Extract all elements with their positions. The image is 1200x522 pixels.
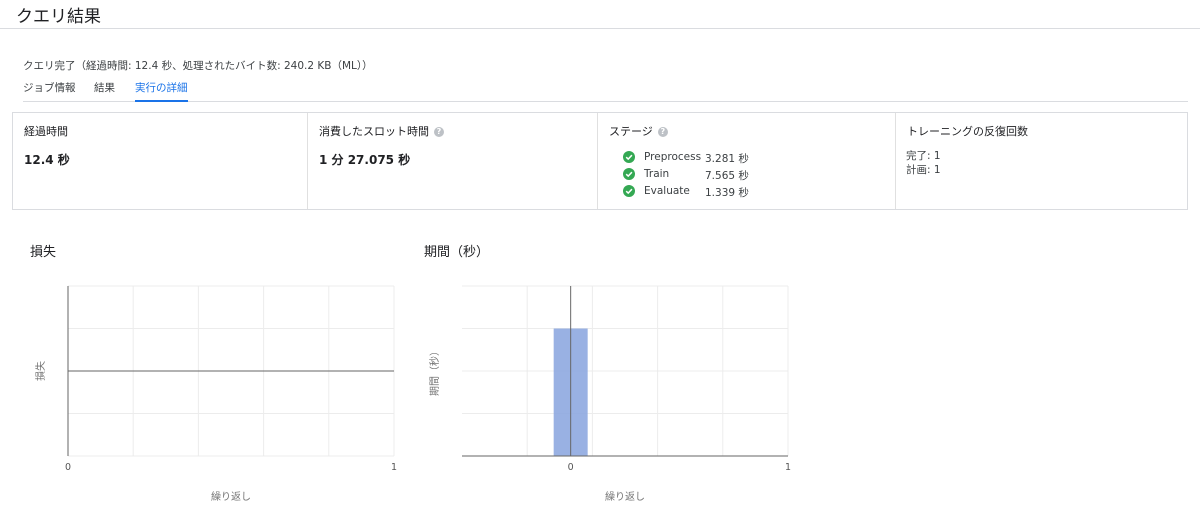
stat-stages-title: ステージ? (609, 123, 668, 139)
tab-bar: ジョブ情報 結果 実行の詳細 (23, 80, 1188, 102)
x-axis-label: 繰り返し (211, 490, 251, 503)
stat-stages: ステージ? Preprocess 3.281 秒 Train 7.565 秒 E… (597, 113, 896, 209)
stat-slot-time-value: 1 分 27.075 秒 (319, 153, 411, 167)
loss-chart: 0 1 繰り返し 損失 (34, 285, 397, 503)
help-icon[interactable]: ? (657, 127, 668, 137)
stat-slot-time-label: 消費したスロット時間 (319, 125, 429, 138)
x-axis-label: 繰り返し (605, 490, 645, 503)
stage-time: 7.565 秒 (705, 170, 749, 182)
check-circle-icon (623, 185, 635, 197)
page-title: クエリ結果 (16, 7, 101, 27)
check-circle-icon (623, 151, 635, 163)
x-tick-label: 1 (391, 462, 397, 473)
stage-name: Preprocess (644, 151, 702, 163)
tab-execution-details[interactable]: 実行の詳細 (135, 80, 188, 102)
x-tick-label: 0 (568, 462, 574, 473)
iterations-completed: 完了: 1 (906, 150, 941, 162)
iterations-planned: 計画: 1 (906, 164, 941, 176)
y-axis-label: 期間（秒） (428, 346, 441, 396)
x-tick-label: 0 (65, 462, 71, 473)
check-circle-icon (623, 168, 635, 180)
loss-chart-title: 損失 (30, 245, 57, 260)
stat-elapsed-title: 経過時間 (24, 125, 68, 138)
tab-job-info[interactable]: ジョブ情報 (23, 80, 76, 102)
page-header: クエリ結果 (0, 0, 1200, 29)
duration-chart: 0 1 繰り返し 期間（秒） (428, 285, 791, 503)
stat-training-iterations: トレーニングの反復回数 完了: 1 計画: 1 (895, 113, 1188, 209)
stage-name: Train (644, 168, 670, 180)
stage-time: 1.339 秒 (705, 187, 749, 199)
stat-elapsed-value: 12.4 秒 (24, 153, 70, 167)
stat-slot-time: 消費したスロット時間? 1 分 27.075 秒 (307, 113, 598, 209)
stat-stages-label: ステージ (609, 125, 653, 138)
stat-slot-time-title: 消費したスロット時間? (319, 123, 444, 139)
y-axis-label: 損失 (34, 361, 47, 381)
query-status: クエリ完了（経過時間: 12.4 秒、処理されたバイト数: 240.2 KB（M… (23, 60, 373, 72)
stat-elapsed: 経過時間 12.4 秒 (13, 113, 307, 209)
x-tick-label: 1 (785, 462, 791, 473)
stage-name: Evaluate (644, 185, 690, 197)
tab-results[interactable]: 結果 (94, 80, 115, 102)
execution-stats-panel: 経過時間 12.4 秒 消費したスロット時間? 1 分 27.075 秒 ステー… (12, 112, 1188, 210)
help-icon[interactable]: ? (434, 127, 444, 137)
duration-chart-title: 期間（秒） (424, 245, 490, 260)
stage-time: 3.281 秒 (705, 153, 749, 165)
stat-iterations-title: トレーニングの反復回数 (907, 125, 1028, 138)
